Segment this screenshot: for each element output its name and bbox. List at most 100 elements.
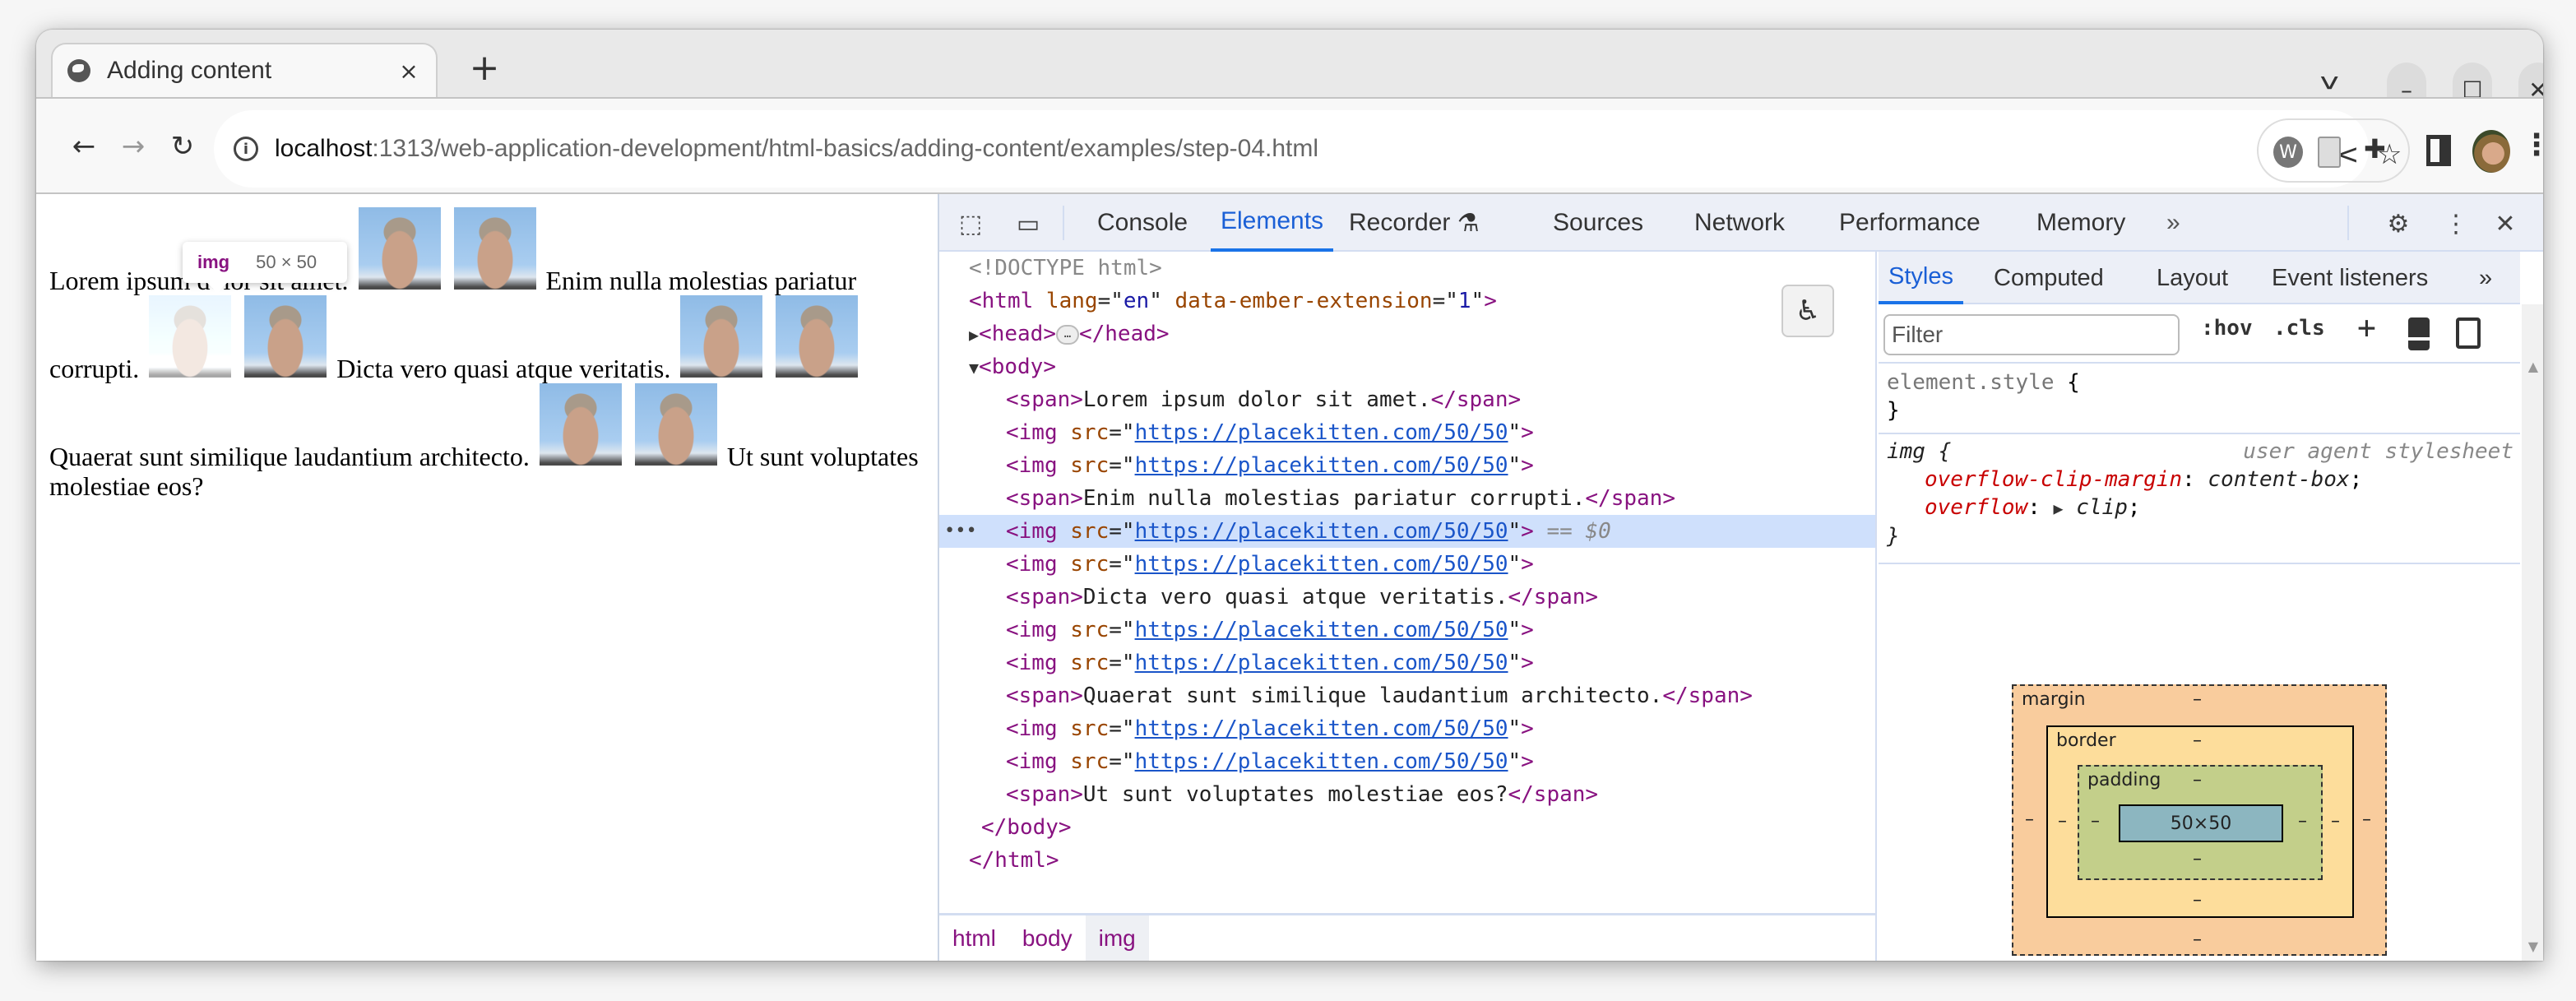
forward-button[interactable]: →	[110, 123, 156, 169]
side-panel-icon[interactable]	[2426, 135, 2451, 166]
tab-network[interactable]: Network	[1684, 194, 1795, 252]
border-right-value[interactable]: –	[2331, 811, 2340, 832]
document-extension-icon[interactable]	[2318, 137, 2341, 168]
scroll-down-arrow-icon[interactable]: ▼	[2528, 938, 2538, 954]
tab-close-icon[interactable]: ×	[396, 58, 421, 85]
dom-body-row[interactable]: ▼<body>	[939, 350, 1875, 383]
dom-img-row[interactable]: <img src="https://placekitten.com/50/50"…	[939, 548, 1875, 581]
extensions-puzzle-icon[interactable]: ✚	[2364, 133, 2392, 165]
attr-link[interactable]: https://placekitten.com/50/50	[1135, 618, 1508, 642]
tab-styles[interactable]: Styles	[1879, 252, 1963, 304]
padding-top-value[interactable]: –	[2193, 770, 2202, 790]
url-text[interactable]: localhost:1313/web-application-developme…	[275, 135, 1318, 163]
tab-search-chevron-icon[interactable]: v	[2320, 67, 2339, 95]
tab-elements[interactable]: Elements	[1211, 194, 1334, 252]
box-model-padding[interactable]: padding – – – – 50×50	[2078, 765, 2323, 880]
dom-doctype-row[interactable]: <!DOCTYPE html>	[939, 252, 1875, 285]
box-model-content[interactable]: 50×50	[2119, 804, 2283, 842]
collapse-triangle-icon[interactable]: ▼	[969, 358, 979, 378]
dom-img-row[interactable]: <img src="https://placekitten.com/50/50"…	[939, 416, 1875, 449]
padding-right-value[interactable]: –	[2298, 811, 2307, 832]
dom-head-row[interactable]: ▶<head>… </head>	[939, 317, 1875, 350]
property-value[interactable]: clip	[2076, 495, 2128, 520]
margin-bottom-value[interactable]: –	[2193, 929, 2202, 950]
tab-layout[interactable]: Layout	[2147, 252, 2238, 304]
margin-left-value[interactable]: –	[2025, 809, 2034, 830]
padding-bottom-value[interactable]: –	[2193, 849, 2202, 869]
devtools-close-icon[interactable]: ✕	[2489, 207, 2522, 240]
dom-span-row[interactable]: <span>Lorem ipsum dolor sit amet.</span>	[939, 383, 1875, 416]
dom-img-row[interactable]: <img src="https://placekitten.com/50/50"…	[939, 745, 1875, 778]
more-tabs-icon[interactable]: »	[2157, 194, 2190, 252]
property-name[interactable]: overflow	[1887, 495, 2027, 520]
box-model-margin[interactable]: margin – – – – border – – – – padding – …	[2012, 684, 2387, 956]
tab-performance[interactable]: Performance	[1829, 194, 1990, 252]
styles-filter-input[interactable]	[1883, 314, 2180, 355]
rendering-emulation-brush-icon[interactable]	[2408, 317, 2430, 350]
node-actions-icon[interactable]: •••	[944, 515, 977, 548]
breadcrumb-body[interactable]: body	[1009, 915, 1086, 961]
rule-selector[interactable]: img	[1887, 439, 1925, 464]
scroll-up-arrow-icon[interactable]: ▲	[2528, 359, 2538, 374]
attr-link[interactable]: https://placekitten.com/50/50	[1135, 749, 1508, 774]
hov-toggle[interactable]: :hov	[2201, 316, 2253, 341]
toggle-sidebar-icon[interactable]	[2456, 317, 2481, 349]
collapsed-ellipsis-icon[interactable]: …	[1055, 324, 1079, 345]
dom-body-close-row[interactable]: </body>	[939, 811, 1875, 844]
box-model-border[interactable]: border – – – – padding – – – – 50×50	[2046, 725, 2354, 918]
dom-img-row[interactable]: <img src="https://placekitten.com/50/50"…	[939, 646, 1875, 679]
new-tab-button[interactable]: +	[464, 48, 505, 89]
wave-extension-icon[interactable]: W	[2273, 137, 2303, 168]
attr-link[interactable]: https://placekitten.com/50/50	[1135, 453, 1508, 478]
styles-scrollbar[interactable]	[2522, 304, 2543, 961]
property-name[interactable]: overflow-clip-margin	[1887, 467, 2182, 492]
attr-link[interactable]: https://placekitten.com/50/50	[1135, 716, 1508, 741]
expand-triangle-icon[interactable]: ▶	[969, 325, 979, 345]
dom-img-row[interactable]: <img src="https://placekitten.com/50/50"…	[939, 712, 1875, 745]
dom-html-close-row[interactable]: </html>	[939, 844, 1875, 877]
tab-sources[interactable]: Sources	[1543, 194, 1653, 252]
back-button[interactable]: ←	[61, 123, 107, 169]
more-panes-icon[interactable]: »	[2469, 252, 2502, 304]
border-top-value[interactable]: –	[2193, 730, 2202, 751]
reload-button[interactable]: ↻	[160, 123, 206, 169]
dom-span-row[interactable]: <span>Quaerat sunt similique laudantium …	[939, 679, 1875, 712]
browser-menu-icon[interactable]: ⋮	[2522, 128, 2543, 162]
padding-left-value[interactable]: –	[2091, 811, 2100, 832]
address-bar[interactable]: i localhost:1313/web-application-develop…	[214, 110, 2402, 188]
tab-console[interactable]: Console	[1087, 194, 1198, 252]
new-style-rule-icon[interactable]: +	[2357, 309, 2376, 345]
breadcrumb-img[interactable]: img	[1085, 915, 1149, 961]
settings-gear-icon[interactable]: ⚙	[2382, 207, 2415, 240]
border-bottom-value[interactable]: –	[2193, 890, 2202, 911]
margin-right-value[interactable]: –	[2362, 809, 2371, 830]
rule-selector[interactable]: element.style	[1887, 370, 2055, 395]
tab-event-listeners[interactable]: Event listeners	[2262, 252, 2438, 304]
device-toolbar-icon[interactable]: ▭	[1012, 207, 1045, 240]
property-value[interactable]: content-box	[2208, 467, 2349, 492]
dom-img-row-selected[interactable]: ••• <img src="https://placekitten.com/50/…	[939, 515, 1875, 548]
dom-img-row[interactable]: <img src="https://placekitten.com/50/50"…	[939, 614, 1875, 646]
profile-avatar[interactable]	[2472, 130, 2510, 173]
devtools-menu-icon[interactable]: ⋮	[2439, 207, 2472, 240]
browser-tab[interactable]: Adding content ×	[51, 43, 438, 97]
cls-toggle[interactable]: .cls	[2273, 316, 2325, 341]
site-info-icon[interactable]: i	[234, 137, 258, 161]
accessibility-tree-icon[interactable]: ♿	[1781, 285, 1834, 337]
expand-triangle-icon[interactable]: ▶	[2054, 498, 2064, 518]
dom-img-row[interactable]: <img src="https://placekitten.com/50/50"…	[939, 449, 1875, 482]
dom-span-row[interactable]: <span>Ut sunt voluptates molestiae eos?<…	[939, 778, 1875, 811]
margin-top-value[interactable]: –	[2193, 689, 2202, 710]
border-left-value[interactable]: –	[2058, 811, 2067, 832]
attr-link[interactable]: https://placekitten.com/50/50	[1135, 651, 1508, 675]
dom-html-row[interactable]: <html lang="en" data-ember-extension="1"…	[939, 285, 1875, 317]
tab-memory[interactable]: Memory	[2027, 194, 2135, 252]
inspect-element-icon[interactable]: ⬚	[954, 207, 987, 240]
attr-link[interactable]: https://placekitten.com/50/50	[1135, 552, 1508, 577]
tab-computed[interactable]: Computed	[1984, 252, 2114, 304]
tab-recorder[interactable]: Recorder ⚗	[1339, 194, 1490, 252]
dom-span-row[interactable]: <span>Enim nulla molestias pariatur corr…	[939, 482, 1875, 515]
dom-span-row[interactable]: <span>Dicta vero quasi atque veritatis.<…	[939, 581, 1875, 614]
breadcrumb-html[interactable]: html	[939, 915, 1009, 961]
attr-link[interactable]: https://placekitten.com/50/50	[1135, 420, 1508, 445]
